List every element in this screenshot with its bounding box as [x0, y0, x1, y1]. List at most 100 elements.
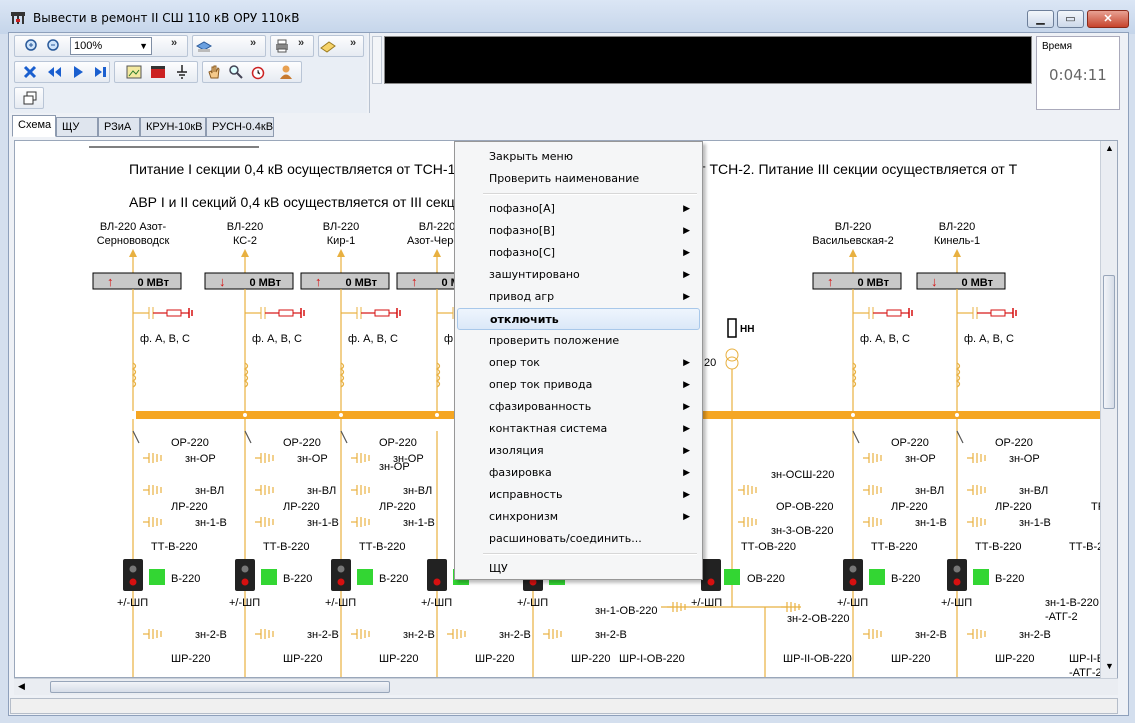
menu-item[interactable]: Проверить наименование: [457, 168, 700, 190]
menu-item[interactable]: опер ток привода ▶: [457, 374, 700, 396]
menu-item[interactable]: сфазированность ▶: [457, 396, 700, 418]
close-button[interactable]: ✕: [1087, 10, 1129, 28]
tab-rzia[interactable]: РЗиА: [98, 117, 140, 137]
toolbar-overflow-4[interactable]: »: [350, 37, 356, 49]
menu-item[interactable]: пофазно[C] ▶: [457, 242, 700, 264]
shp-label: +/-ШП: [517, 597, 548, 609]
menu-item[interactable]: изоляция ▶: [457, 440, 700, 462]
hand-button[interactable]: [204, 62, 224, 82]
status-bar: [10, 698, 1118, 714]
submenu-arrow-icon: ▶: [683, 358, 690, 368]
stop-button[interactable]: [20, 62, 40, 82]
menu-item[interactable]: опер ток ▶: [457, 352, 700, 374]
or-label: ОР-220: [379, 437, 417, 449]
shr-label: ШР-220: [283, 653, 322, 665]
zoom-out-button[interactable]: [44, 36, 64, 56]
power-arrow-icon: ↓: [931, 274, 938, 289]
phase-label: ф. А, В, С: [860, 333, 910, 345]
vertical-scrollbar[interactable]: ▲ ▼: [1100, 141, 1117, 678]
menu-item[interactable]: контактная система ▶: [457, 418, 700, 440]
horizontal-scroll-thumb[interactable]: [50, 681, 390, 693]
menu-item[interactable]: пофазно[A] ▶: [457, 198, 700, 220]
power-value: 0 МВт: [249, 277, 281, 289]
line-name: Сернововодск: [97, 235, 170, 247]
toolbar-overflow-3[interactable]: »: [298, 37, 304, 49]
zn-1v-220-label: зн-1-В-220: [1045, 597, 1099, 609]
or-label: ОР-220: [283, 437, 321, 449]
submenu-arrow-icon: ▶: [683, 468, 690, 478]
menu-item[interactable]: пофазно[B] ▶: [457, 220, 700, 242]
breaker-label: В-220: [379, 573, 408, 585]
breaker-state: [869, 569, 885, 585]
zn-1ov-label: зн-1-ОВ-220: [595, 605, 657, 617]
menu-item[interactable]: ЩУ: [457, 558, 700, 580]
maximize-button[interactable]: ▭: [1057, 10, 1084, 28]
menu-item-label: зашунтировано: [489, 268, 580, 281]
context-menu: Закрыть меню Проверить наименование пофазн…: [454, 141, 703, 580]
atg2-label: -АТГ-2: [1069, 667, 1102, 678]
menu-item-label: опер ток привода: [489, 378, 593, 391]
menu-item[interactable]: отключить: [457, 308, 700, 330]
menu-item[interactable]: фазировка ▶: [457, 462, 700, 484]
shp-label: +/-ШП: [941, 597, 972, 609]
scroll-up-icon[interactable]: ▲: [1105, 143, 1114, 153]
lamp-on: [241, 578, 249, 586]
toolbar-overflow-1[interactable]: »: [171, 37, 177, 49]
tab-scheme[interactable]: Схема: [12, 115, 56, 137]
tab-shu[interactable]: ЩУ: [56, 117, 98, 137]
scroll-down-icon[interactable]: ▼: [1105, 661, 1114, 671]
scheme-view-button[interactable]: [124, 62, 144, 82]
horizontal-scrollbar[interactable]: ◀: [14, 678, 1118, 695]
menu-item-label: синхронизм: [489, 510, 559, 523]
vertical-scroll-thumb[interactable]: [1103, 275, 1115, 409]
fast-forward-button[interactable]: [90, 62, 110, 82]
tab-rusn[interactable]: РУСН-0.4кВ: [206, 117, 274, 137]
ground-button[interactable]: [172, 62, 192, 82]
play-button[interactable]: [68, 62, 88, 82]
menu-item[interactable]: синхронизм ▶: [457, 506, 700, 528]
layers-icon: [195, 41, 213, 52]
transformer-icon: [725, 356, 739, 370]
tsn-fuse: [727, 318, 737, 338]
record-button[interactable]: [148, 62, 168, 82]
lamp-on: [433, 578, 441, 586]
zn-1v-label: зн-1-В: [1019, 517, 1051, 529]
zn-vl-label: зн-ВЛ: [403, 485, 432, 497]
resistor: [374, 309, 390, 317]
menu-item-label: фазировка: [489, 466, 552, 479]
window-button[interactable]: [20, 88, 40, 108]
resistor: [166, 309, 182, 317]
printer-icon: [276, 39, 288, 53]
panel-handle[interactable]: [372, 36, 382, 84]
layers-button[interactable]: [194, 36, 214, 56]
tt-label: ТТ-В-220: [975, 541, 1021, 553]
search-button[interactable]: [226, 62, 246, 82]
menu-item[interactable]: зашунтировано ▶: [457, 264, 700, 286]
menu-item[interactable]: привод агр ▶: [457, 286, 700, 308]
zn-2v-label: зн-2-В: [403, 629, 435, 641]
print-button[interactable]: [272, 36, 292, 56]
rewind-button[interactable]: [44, 62, 64, 82]
zoom-select[interactable]: 100% ▼: [70, 37, 152, 55]
tt-label: ТТ-В-220: [263, 541, 309, 553]
lamp-off: [129, 565, 137, 573]
scroll-left-icon[interactable]: ◀: [18, 681, 25, 692]
user-button[interactable]: [276, 62, 296, 82]
menu-item[interactable]: проверить положение: [457, 330, 700, 352]
play-icon: [74, 66, 83, 78]
alarm-button[interactable]: [248, 62, 268, 82]
tab-krun[interactable]: КРУН-10кВ: [140, 117, 206, 137]
stop-x-icon: [23, 65, 37, 79]
menu-item[interactable]: исправность ▶: [457, 484, 700, 506]
toolbar-overflow-2[interactable]: »: [250, 37, 256, 49]
menu-item-label: исправность: [489, 488, 563, 501]
minimize-button[interactable]: ▁: [1027, 10, 1054, 28]
notes-button[interactable]: [318, 36, 338, 56]
lr-label: ЛР-220: [283, 501, 320, 513]
zoom-in-button[interactable]: [22, 36, 42, 56]
menu-item[interactable]: Закрыть меню: [457, 146, 700, 168]
menu-item[interactable]: расшиновать/соединить...: [457, 528, 700, 550]
lr-label: ЛР-220: [171, 501, 208, 513]
submenu-arrow-icon: ▶: [683, 226, 690, 236]
line-name: КС-2: [233, 235, 257, 247]
